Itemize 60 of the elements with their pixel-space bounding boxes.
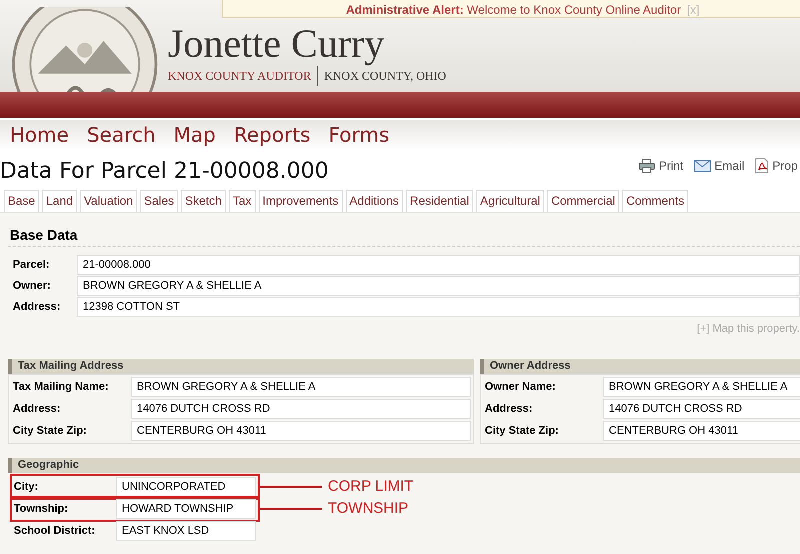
nav-link[interactable]: Map bbox=[174, 123, 216, 147]
section-heading: Base Data bbox=[8, 223, 800, 247]
nav-link[interactable]: Home bbox=[10, 123, 70, 147]
section-header: Owner Address bbox=[480, 359, 800, 374]
nav-link[interactable]: Forms bbox=[328, 123, 390, 147]
annotation-label: TOWNSHIP bbox=[328, 500, 409, 517]
tab[interactable]: Additions bbox=[346, 190, 404, 212]
field-label: City State Zip: bbox=[484, 425, 560, 437]
nav-link[interactable]: Reports bbox=[234, 123, 311, 147]
field-label: Address: bbox=[484, 403, 534, 415]
field-label: Owner Name: bbox=[484, 381, 557, 393]
field-value: EAST KNOX LSD bbox=[116, 520, 256, 540]
field-value: HOWARD TOWNSHIP bbox=[116, 498, 256, 518]
alert-message: Administrative Alert: Welcome to Knox County Online Auditor bbox=[346, 3, 682, 17]
tab[interactable]: Residential bbox=[406, 190, 474, 212]
tab[interactable]: Tax bbox=[228, 190, 256, 212]
envelope-icon bbox=[694, 160, 711, 172]
tab[interactable]: Valuation bbox=[80, 190, 138, 212]
field-label: Owner: bbox=[13, 280, 52, 292]
field-label: Township: bbox=[14, 502, 70, 514]
field-label: Parcel: bbox=[13, 259, 51, 271]
annotation-label: CORP LIMIT bbox=[328, 478, 414, 495]
tab[interactable]: Sales bbox=[140, 190, 178, 212]
field-label: School District: bbox=[14, 524, 96, 536]
field-label: Address: bbox=[13, 301, 62, 313]
tab[interactable]: Comments bbox=[622, 190, 688, 212]
field-value: 14076 DUTCH CROSS RD bbox=[131, 399, 471, 419]
field-value: BROWN GREGORY A & SHELLIE A bbox=[603, 377, 800, 397]
field-label: City: bbox=[14, 480, 40, 492]
field-value: CENTERBURG OH 43011 bbox=[603, 421, 800, 441]
section-header: Tax Mailing Address bbox=[8, 359, 474, 374]
tab[interactable]: Sketch bbox=[181, 190, 226, 212]
action-link[interactable]: Print bbox=[638, 158, 684, 174]
field-value: 12398 COTTON ST bbox=[77, 297, 800, 317]
section-header: Geographic bbox=[8, 458, 800, 473]
field-label: Tax Mailing Name: bbox=[12, 381, 110, 393]
leader-line bbox=[260, 486, 322, 488]
field-value: BROWN GREGORY A & SHELLIE A bbox=[77, 276, 800, 296]
field-value: CENTERBURG OH 43011 bbox=[131, 421, 471, 441]
page-title: Data For Parcel 21-00008.000 bbox=[0, 158, 329, 184]
field-value: BROWN GREGORY A & SHELLIE A bbox=[131, 377, 471, 397]
field-value: 14076 DUTCH CROSS RD bbox=[603, 399, 800, 419]
field-value: 21-00008.000 bbox=[77, 255, 800, 275]
tab[interactable]: Land bbox=[42, 190, 78, 212]
field-value: UNINCORPORATED bbox=[116, 476, 256, 496]
office-title: KNOX COUNTY AUDITOR bbox=[168, 68, 312, 84]
action-link[interactable]: Email bbox=[694, 158, 745, 174]
auditor-name: Jonette Curry bbox=[168, 22, 386, 66]
leader-line bbox=[260, 508, 322, 510]
nav-link[interactable]: Search bbox=[87, 123, 156, 147]
tab[interactable]: Base bbox=[4, 190, 40, 212]
field-label: Address: bbox=[12, 403, 62, 415]
printer-icon bbox=[638, 159, 655, 173]
county-name: KNOX COUNTY, OHIO bbox=[324, 68, 446, 84]
field-label: City State Zip: bbox=[12, 425, 88, 437]
tab[interactable]: Improvements bbox=[258, 190, 343, 212]
action-link[interactable]: Prop bbox=[754, 158, 798, 174]
tab[interactable]: Agricultural bbox=[476, 190, 544, 212]
pdf-icon bbox=[754, 158, 769, 174]
tab[interactable]: Commercial bbox=[547, 190, 620, 212]
